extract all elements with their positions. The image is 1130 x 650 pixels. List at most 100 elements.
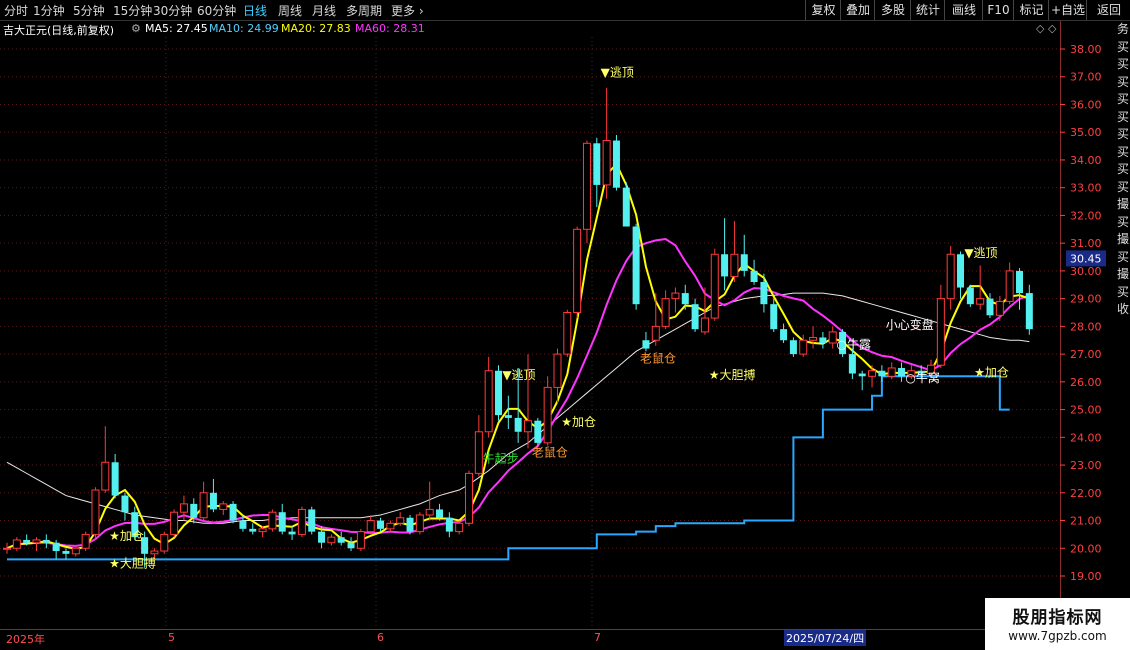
candle-body-down xyxy=(111,462,119,496)
back-button[interactable]: 返回 xyxy=(1086,0,1130,20)
tab-daily[interactable]: 日线 xyxy=(243,2,267,19)
add-watchlist-button[interactable]: +自选 xyxy=(1048,0,1087,20)
tab-1min[interactable]: 1分钟 xyxy=(33,2,65,19)
candle-body-up xyxy=(651,325,660,341)
tab-more[interactable]: 更多 › xyxy=(391,2,424,19)
candle-body-down xyxy=(612,140,620,188)
tab-multi-period[interactable]: 多周期 xyxy=(346,2,382,19)
candle-body-up xyxy=(474,431,483,474)
overlay-button[interactable]: 叠加 xyxy=(840,0,875,20)
candle-body-down xyxy=(1025,293,1033,330)
draw-line-button[interactable]: 画线 xyxy=(944,0,983,20)
candle-body-down xyxy=(858,373,866,377)
candle-body-down xyxy=(957,254,965,288)
candle-body-up xyxy=(3,547,11,550)
candle-body-up xyxy=(582,142,591,230)
candle-body-up xyxy=(809,336,818,341)
candle-body-up xyxy=(415,514,424,533)
candle-body-up xyxy=(71,547,80,555)
candle-body-down xyxy=(377,520,385,529)
candle-body-down xyxy=(436,509,444,518)
signal-annotation: ▼逃顶 xyxy=(964,246,997,260)
y-tick-label: 30.00 xyxy=(1070,265,1102,278)
candle-body-up xyxy=(396,517,405,524)
candle-body-up xyxy=(484,370,493,433)
side-strip-text: 务买买买买买买买买买撮买撮买撮买收 xyxy=(1117,22,1130,316)
candle-body-down xyxy=(898,367,906,377)
candle-body-up xyxy=(91,489,100,535)
tab-15min[interactable]: 15分钟 xyxy=(113,2,152,19)
y-tick-label: 26.00 xyxy=(1070,376,1102,389)
candle-body-down xyxy=(514,417,522,432)
candle-body-down xyxy=(789,340,797,355)
candle-body-down xyxy=(337,537,345,543)
ma10-label: MA10: 24.99 xyxy=(209,22,279,35)
y-tick-label: 22.00 xyxy=(1070,487,1102,500)
ma20-label: MA20: 27.83 xyxy=(281,22,351,35)
tab-monthly[interactable]: 月线 xyxy=(312,2,336,19)
candle-body-up xyxy=(887,367,896,377)
candle-body-down xyxy=(278,512,286,532)
candle-body-up xyxy=(297,508,306,535)
candle-body-up xyxy=(710,253,719,319)
kline-chart[interactable]: 19.00 20.00 21.00 22.00 23.00 24.00 25.00 26.00… xyxy=(0,37,1130,629)
signal-annotation: ★大胆搏 xyxy=(109,557,156,571)
candle-body-up xyxy=(170,511,179,535)
candle-body-down xyxy=(209,492,217,510)
y-tick-label: 27.00 xyxy=(1070,348,1102,361)
candle-body-up xyxy=(661,298,670,327)
cursor-date-label: 2025/07/24/四 xyxy=(784,630,867,646)
signal-annotation: 小心变盘 xyxy=(886,317,934,332)
candle-body-down xyxy=(966,287,974,305)
tab-weekly[interactable]: 周线 xyxy=(278,2,302,19)
candle-body-down xyxy=(42,539,50,543)
candle-body-down xyxy=(1015,270,1023,294)
stats-button[interactable]: 统计 xyxy=(910,0,945,20)
candle-body-up xyxy=(179,503,188,513)
candle-body-up xyxy=(730,253,739,277)
date-label-july: 7 xyxy=(594,631,601,644)
stock-title[interactable]: 吉大正元(日线,前复权) xyxy=(3,22,114,38)
candle-body-up xyxy=(995,300,1004,316)
multi-stock-button[interactable]: 多股 xyxy=(874,0,911,20)
candle-body-down xyxy=(249,528,257,532)
candle-body-up xyxy=(868,370,877,377)
mark-button[interactable]: 标记 xyxy=(1013,0,1049,20)
candle-body-down xyxy=(750,270,758,282)
tab-minute[interactable]: 分时 xyxy=(4,2,28,19)
tab-30min[interactable]: 30分钟 xyxy=(153,2,192,19)
y-tick-label: 25.00 xyxy=(1070,404,1102,417)
candle-body-up xyxy=(936,298,945,366)
candle-body-down xyxy=(593,143,601,185)
restore-rights-button[interactable]: 复权 xyxy=(805,0,841,20)
y-tick-label: 34.00 xyxy=(1070,154,1102,167)
tab-60min[interactable]: 60分钟 xyxy=(197,2,236,19)
candle-body-up xyxy=(523,420,532,433)
indicator-info-bar: 吉大正元(日线,前复权) ⚙ MA5: 27.45 MA10: 24.99 MA… xyxy=(0,21,1060,37)
date-label-may: 5 xyxy=(168,631,175,644)
y-tick-label: 32.00 xyxy=(1070,209,1102,222)
side-signal-strip: 务买买买买买买买买买撮买撮买撮买收 xyxy=(1117,21,1130,421)
candle-body-up xyxy=(81,533,90,549)
candle-body-up xyxy=(150,550,159,555)
candle-body-up xyxy=(366,520,375,533)
signal-annotation: ★加仓 xyxy=(974,365,1009,379)
candle-body-down xyxy=(986,298,994,316)
candle-body-down xyxy=(642,340,650,349)
candle-body-up xyxy=(543,386,552,444)
diamond-icons[interactable]: ◇ ◇ xyxy=(1036,22,1056,35)
candle-body-up xyxy=(386,522,395,530)
signal-annotation: ★加仓 xyxy=(561,415,596,429)
candle-body-up xyxy=(799,339,808,355)
tab-5min[interactable]: 5分钟 xyxy=(73,2,105,19)
y-tick-label: 35.00 xyxy=(1070,126,1102,139)
y-tick-label: 19.00 xyxy=(1070,570,1102,583)
candle-body-down xyxy=(406,517,414,532)
candle-body-down xyxy=(62,551,70,554)
ma5-label: MA5: 27.45 xyxy=(145,22,208,35)
f10-button[interactable]: F10 xyxy=(982,0,1014,20)
candle-body-up xyxy=(946,253,955,300)
settings-icon[interactable]: ⚙ xyxy=(131,22,141,35)
candle-body-down xyxy=(347,542,355,549)
candle-body-up xyxy=(1005,270,1014,302)
